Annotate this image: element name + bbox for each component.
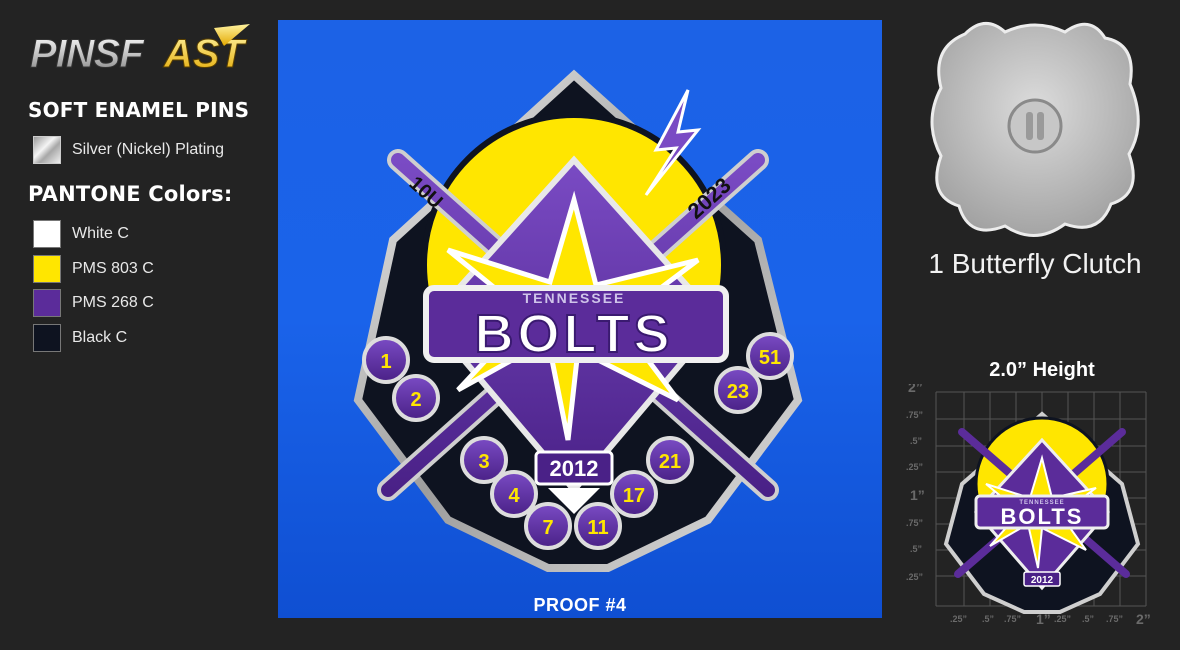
plating-swatch-row: Silver (Nickel) Plating <box>33 136 224 164</box>
pin-miniature: TENNESSEE BOLTS 2012 <box>943 411 1141 614</box>
ruler-mark: .25” <box>950 614 967 624</box>
svg-text:AST: AST <box>163 32 248 76</box>
player-number: 2 <box>410 389 421 411</box>
size-grid: 2” .75” .5” .25” 1” .75” .5” .25” .25” .… <box>906 384 1151 627</box>
birth-year: 2012 <box>550 456 599 481</box>
ruler-mark: .25” <box>1054 614 1071 624</box>
proof-sheet: PINSF AST SOFT ENAMEL PINS Silver (Nicke… <box>0 0 1180 650</box>
mini-team-big: BOLTS <box>1001 504 1084 529</box>
color-label: Black C <box>72 329 128 346</box>
soft-enamel-title: SOFT ENAMEL PINS <box>28 98 250 122</box>
color-swatch-white <box>33 220 61 248</box>
color-label: White C <box>72 225 129 242</box>
ruler-mark: 2” <box>908 384 923 395</box>
proof-panel: TENNESSEE BOLTS 10U 2023 2012 1 2 3 4 7 <box>278 20 882 618</box>
plating-label: Silver (Nickel) Plating <box>72 141 225 158</box>
color-swatch-yellow <box>33 255 61 283</box>
proof-label: PROOF #4 <box>533 595 627 615</box>
ruler-mark: 2” <box>1136 611 1151 627</box>
pin-design: TENNESSEE BOLTS 10U 2023 2012 1 2 3 4 7 <box>353 69 803 572</box>
pantone-title: PANTONE Colors: <box>28 182 233 206</box>
ruler-mark: .5” <box>910 436 922 446</box>
color-swatch-black <box>33 324 61 352</box>
silver-plating-swatch <box>33 136 61 164</box>
ruler-mark: .25” <box>906 462 923 472</box>
player-number: 23 <box>727 381 749 403</box>
player-number: 17 <box>623 485 645 507</box>
mini-birth-year: 2012 <box>1031 575 1054 586</box>
ruler-mark: .25” <box>906 572 923 582</box>
color-label: PMS 803 C <box>72 260 154 277</box>
color-label: PMS 268 C <box>72 294 154 311</box>
pin-back <box>930 22 1140 237</box>
ruler-mark: 1” <box>910 487 925 503</box>
clutch-label: 1 Butterfly Clutch <box>928 248 1142 279</box>
ruler-mark: .5” <box>982 614 994 624</box>
player-number: 21 <box>659 451 681 473</box>
player-number: 1 <box>380 351 391 373</box>
color-row: PMS 268 C <box>33 289 154 317</box>
butterfly-clutch-post <box>1007 98 1063 154</box>
svg-text:PINSF: PINSF <box>30 32 145 76</box>
player-number: 4 <box>508 485 520 507</box>
player-number: 11 <box>587 517 608 539</box>
pinsfast-logo: PINSF AST <box>30 24 250 77</box>
ruler-mark: .75” <box>1004 614 1021 624</box>
team-big: BOLTS <box>475 304 674 364</box>
height-label: 2.0” Height <box>989 359 1095 381</box>
color-row: Black C <box>33 324 127 352</box>
ruler-mark: .5” <box>1082 614 1094 624</box>
ruler-mark: .75” <box>906 518 923 528</box>
color-row: PMS 803 C <box>33 255 154 283</box>
ruler-mark: .5” <box>910 544 922 554</box>
ruler-left: 2” .75” .5” .25” 1” .75” .5” .25” <box>906 384 925 582</box>
color-row: White C <box>33 220 129 248</box>
ruler-mark: .75” <box>1106 614 1123 624</box>
player-number: 7 <box>542 517 553 539</box>
color-swatch-purple <box>33 289 61 317</box>
player-number: 51 <box>759 347 781 369</box>
ruler-mark: .75” <box>906 410 923 420</box>
player-number: 3 <box>478 451 489 473</box>
